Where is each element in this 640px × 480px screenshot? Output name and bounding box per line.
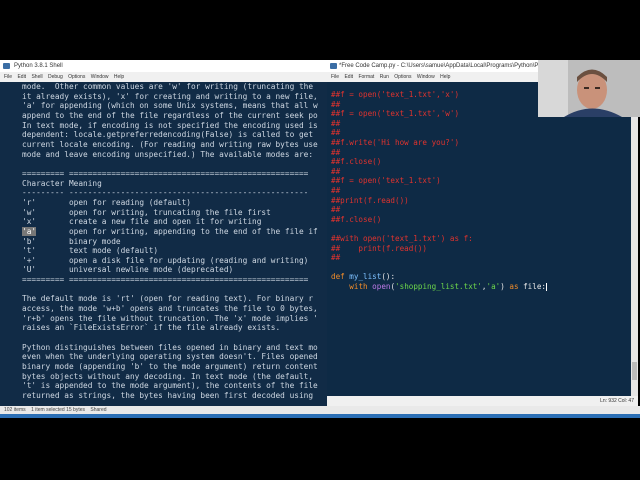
shell-title-text: Python 3.8.1 Shell — [14, 63, 63, 69]
selection-info: 1 item selected 15 bytes — [31, 407, 85, 413]
comment-line: ##with open('text_1.txt') as f: — [331, 233, 473, 243]
def-parens: (): — [381, 272, 396, 282]
shell-menu-edit[interactable]: Edit — [17, 74, 26, 80]
as-keyword: as — [509, 281, 519, 291]
shell-menu-shell[interactable]: Shell — [31, 74, 42, 80]
shell-menu-window[interactable]: Window — [91, 74, 109, 80]
shell-line: it already exists), 'x' for creating and… — [22, 91, 318, 101]
shell-line: raises an `FileExistsError` if the file … — [22, 323, 281, 333]
def-keyword: def — [331, 272, 345, 282]
python-shell-window: Python 3.8.1 Shell File Edit Shell Debug… — [0, 60, 330, 406]
shell-line: The default mode is 'rt' (open for readi… — [22, 294, 314, 304]
comment-line: ## print(f.read()) — [331, 243, 428, 253]
comment-line: ## — [331, 166, 341, 176]
shell-line: 'x' create a new file and open it for wr… — [22, 217, 262, 227]
mode-string: 'a' — [486, 281, 501, 291]
shell-line: 'a' open for writing, appending to the e… — [22, 226, 318, 236]
code-editor[interactable]: ##f = open('text_1.txt','x') ## ##f = open… — [327, 82, 631, 396]
shell-line: Character Meaning — [22, 178, 102, 188]
open-builtin: open — [372, 281, 391, 291]
python-file-icon — [330, 63, 337, 69]
shell-menu-options[interactable]: Options — [68, 74, 85, 80]
shell-output[interactable]: mode. Other common values are 'w' for wr… — [0, 82, 330, 406]
comment-line: ## — [331, 147, 341, 157]
shell-line: ========= ==============================… — [22, 275, 309, 285]
shell-line: 'w' open for writing, truncating the fil… — [22, 207, 271, 217]
shell-line: mode and leave encoding unspecified.) Th… — [22, 149, 314, 159]
file-variable: file: — [523, 281, 546, 291]
shell-line: '+' open a disk file for updating (readi… — [22, 255, 309, 265]
comment-line: ##f.write('Hi how are you?') — [331, 137, 460, 147]
shell-line: bytes objects without any decoding. In t… — [22, 371, 314, 381]
comment-line: ##f = open('text_1.txt') — [331, 176, 441, 186]
editor-menu-format[interactable]: Format — [358, 74, 374, 80]
editor-menu-window[interactable]: Window — [417, 74, 435, 80]
filename-string: 'shopping_list.txt' — [395, 281, 482, 291]
editor-menu-run[interactable]: Run — [380, 74, 389, 80]
shell-titlebar[interactable]: Python 3.8.1 Shell — [0, 60, 330, 72]
comment-line — [331, 224, 631, 234]
editor-menu-file[interactable]: File — [331, 74, 339, 80]
shell-line: 'b' binary mode — [22, 236, 121, 246]
editor-menu-help[interactable]: Help — [440, 74, 450, 80]
shell-line: 'U' universal newline mode (deprecated) — [22, 265, 234, 275]
editor-menu-edit[interactable]: Edit — [344, 74, 353, 80]
shell-menu-file[interactable]: File — [4, 74, 12, 80]
comment-line: ## — [331, 253, 341, 263]
shell-line: access, the mode 'w+b' opens and truncat… — [22, 304, 318, 314]
editor-statusbar: Ln: 932 Col: 47 — [327, 396, 638, 406]
shell-line: In text mode, if encoding is not specifi… — [22, 120, 318, 130]
comment-line: ## — [331, 118, 341, 128]
shell-menubar: File Edit Shell Debug Options Window Hel… — [0, 72, 330, 82]
selected-text: 'a' — [22, 226, 37, 236]
comment-line: ##f.close() — [331, 157, 382, 167]
comment-line: ##f.close() — [331, 214, 382, 224]
code-line-def: def my_list(): — [331, 272, 631, 282]
cursor-position: Ln: 932 Col: 47 — [600, 398, 634, 404]
code-line-with: with open('shopping_list.txt','a') as fi… — [331, 282, 631, 292]
shell-line: 'r+b' opens the file without truncation.… — [22, 313, 318, 323]
editor-menu-options[interactable]: Options — [394, 74, 411, 80]
comment-line: ## — [331, 205, 341, 215]
shell-line: ========= ==============================… — [22, 168, 309, 178]
shell-line: 't' is appended to the mode argument), t… — [22, 381, 318, 391]
shell-line: mode. Other common values are 'w' for wr… — [22, 82, 314, 91]
items-count: 102 items — [4, 407, 26, 413]
text-cursor — [545, 282, 547, 291]
shell-line: returned as strings, the bytes having be… — [22, 391, 314, 400]
shell-line: 'a' for appending (which on some Unix sy… — [22, 101, 318, 111]
scrollbar-thumb[interactable] — [632, 362, 637, 380]
with-keyword: with — [349, 281, 368, 291]
webcam-overlay — [538, 60, 640, 117]
shell-line: even when the underlying operating syste… — [22, 352, 318, 362]
shell-line: current locale encoding. (For reading an… — [22, 139, 318, 149]
shell-line: Python distinguishes between files opene… — [22, 342, 318, 352]
function-name: my_list — [349, 272, 382, 282]
python-icon — [3, 63, 10, 69]
shell-line: 'r' open for reading (default) — [22, 197, 191, 207]
taskbar-strip — [0, 414, 640, 418]
shared-status: Shared — [90, 407, 107, 413]
shell-menu-help[interactable]: Help — [114, 74, 124, 80]
shell-line: --------- ------------------------------… — [22, 188, 309, 198]
close-paren: ) — [500, 281, 505, 291]
comment-line: ## — [331, 185, 341, 195]
explorer-statusbar: 102 items 1 item selected 15 bytes Share… — [0, 406, 640, 414]
editor-scrollbar[interactable] — [631, 82, 638, 396]
shell-line: dependent: locale.getpreferredencoding(F… — [22, 130, 314, 140]
shell-menu-debug[interactable]: Debug — [48, 74, 63, 80]
comment-line: ##print(f.read()) — [331, 195, 409, 205]
presenter-webcam-image — [538, 60, 640, 117]
editor-title-text: *Free Code Camp.py - C:\Users\samue\AppD… — [339, 63, 562, 69]
shell-line: binary mode (appending 'b' to the mode a… — [22, 362, 318, 372]
comment-line: ## — [331, 128, 341, 138]
shell-line: append to the end of the file regardless… — [22, 110, 318, 120]
shell-line: 't' text mode (default) — [22, 246, 159, 256]
